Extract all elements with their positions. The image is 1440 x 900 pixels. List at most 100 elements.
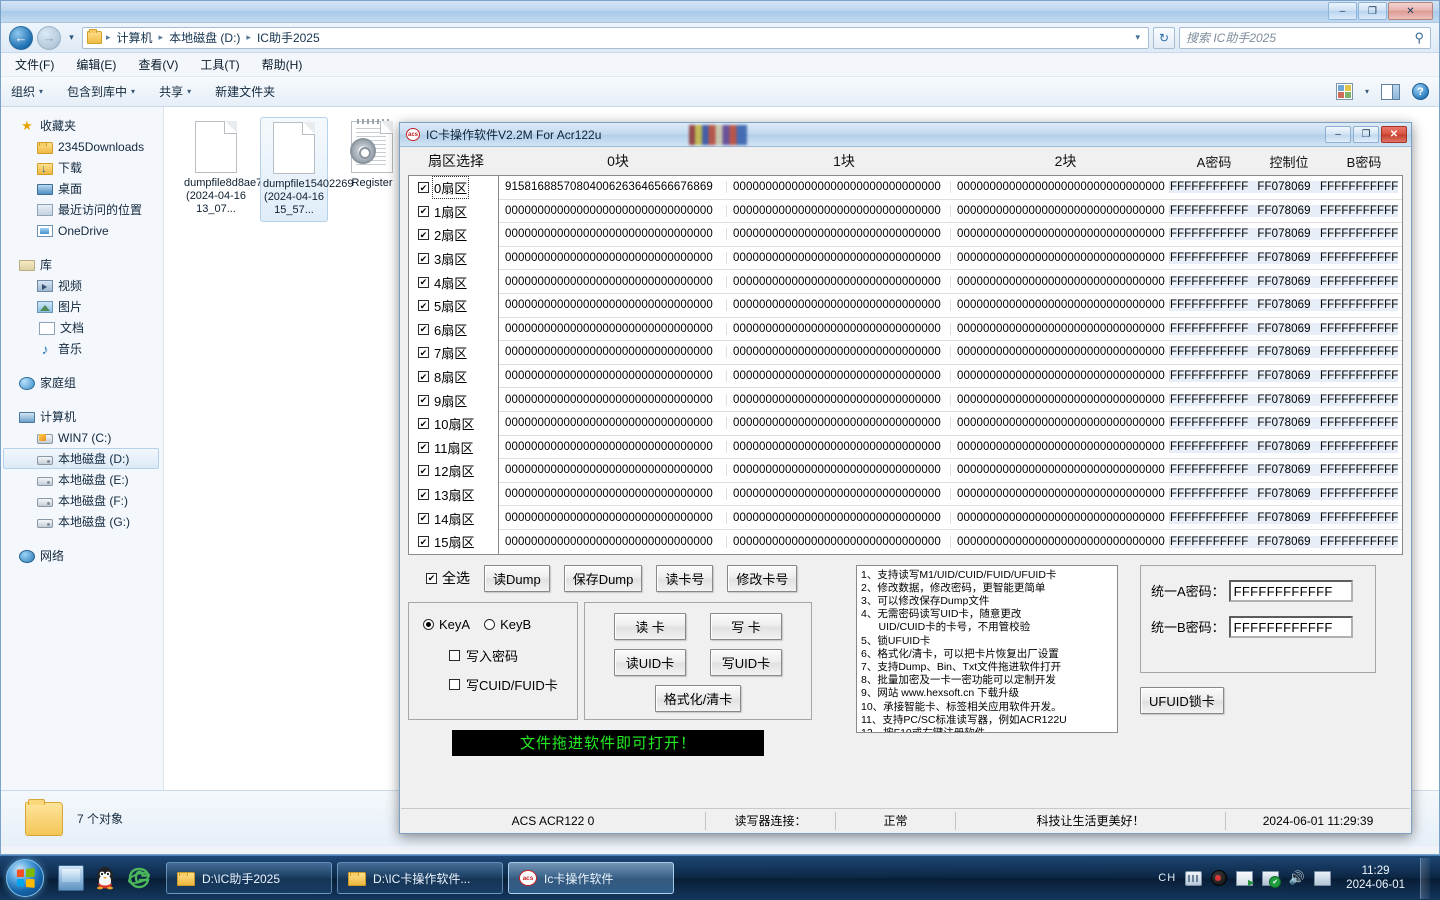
taskbar-task-button[interactable]: D:\IC卡操作软件...: [337, 862, 503, 894]
cell-block2[interactable]: 00000000000000000000000000000000: [951, 228, 1170, 241]
sector-checkbox-row[interactable]: 4扇区: [409, 270, 498, 294]
cell-block0[interactable]: 00000000000000000000000000000000: [499, 370, 727, 383]
write-cuid-fuid-checkbox[interactable]: 写CUID/FUID卡: [449, 675, 577, 694]
table-row[interactable]: 00000000000000000000000000000000 00000000…: [499, 483, 1402, 507]
cell-key-a[interactable]: FFFFFFFFFFFF: [1170, 322, 1248, 335]
cell-block0[interactable]: 91581688570804006263646566676869: [499, 181, 727, 194]
cell-block2[interactable]: 00000000000000000000000000000000: [951, 393, 1170, 406]
taskbar-task-button[interactable]: acs Ic卡操作软件: [508, 862, 674, 894]
sidebar-item-documents[interactable]: 文档: [1, 317, 163, 338]
cell-key-b[interactable]: FFFFFFFFFFFF: [1320, 393, 1398, 406]
search-input[interactable]: 搜索 IC助手2025 ⚲: [1179, 26, 1431, 49]
sidebar-item-2345downloads[interactable]: 2345Downloads: [1, 136, 163, 157]
ic-close-button[interactable]: ✕: [1381, 126, 1407, 143]
sidebar-item-downloads[interactable]: 下载: [1, 157, 163, 178]
cell-key-a[interactable]: FFFFFFFFFFFF: [1170, 181, 1248, 194]
history-dropdown-icon[interactable]: ▾: [65, 26, 78, 50]
file-item[interactable]: dumpfile8d8ae7dc (2024-04-16 13_07...: [182, 117, 274, 222]
cell-control-bits[interactable]: FF078069: [1248, 299, 1320, 312]
keyboard-icon[interactable]: [1185, 870, 1203, 886]
breadcrumb-current-folder[interactable]: IC助手2025: [255, 29, 322, 46]
table-row[interactable]: 00000000000000000000000000000000 00000000…: [499, 247, 1402, 271]
write-uid-card-button[interactable]: 写UID卡: [710, 648, 782, 676]
cell-key-a[interactable]: FFFFFFFFFFFF: [1170, 417, 1248, 430]
menu-tools[interactable]: 工具(T): [200, 56, 239, 73]
sector-checkbox-row[interactable]: 9扇区: [409, 388, 498, 412]
forward-button[interactable]: →: [37, 25, 61, 50]
sector-checkbox-row[interactable]: 0扇区: [409, 176, 498, 200]
sidebar-item-computer[interactable]: 计算机: [1, 406, 163, 427]
cell-control-bits[interactable]: FF078069: [1248, 393, 1320, 406]
cell-block2[interactable]: 00000000000000000000000000000000: [951, 181, 1170, 194]
cell-key-a[interactable]: FFFFFFFFFFFF: [1170, 228, 1248, 241]
sidebar-item-desktop[interactable]: 桌面: [1, 178, 163, 199]
table-row[interactable]: 00000000000000000000000000000000 00000000…: [499, 459, 1402, 483]
sidebar-item-drive-e[interactable]: 本地磁盘 (E:): [1, 469, 163, 490]
cell-block1[interactable]: 00000000000000000000000000000000: [727, 535, 951, 548]
cell-key-a[interactable]: FFFFFFFFFFFF: [1170, 275, 1248, 288]
cell-block1[interactable]: 00000000000000000000000000000000: [727, 417, 951, 430]
obs-recorder-icon[interactable]: [1211, 870, 1228, 886]
cell-block1[interactable]: 00000000000000000000000000000000: [727, 370, 951, 383]
download-manager-icon[interactable]: [1236, 870, 1254, 887]
cell-block2[interactable]: 00000000000000000000000000000000: [951, 299, 1170, 312]
cell-block2[interactable]: 00000000000000000000000000000000: [951, 535, 1170, 548]
cell-block2[interactable]: 00000000000000000000000000000000: [951, 440, 1170, 453]
sector-checkbox-row[interactable]: 7扇区: [409, 341, 498, 365]
cell-block2[interactable]: 00000000000000000000000000000000: [951, 511, 1170, 524]
new-folder-button[interactable]: 新建文件夹: [215, 83, 275, 100]
ie-browser-icon[interactable]: [126, 865, 152, 891]
preview-pane-icon[interactable]: [1381, 83, 1400, 100]
display-settings-icon[interactable]: [1314, 870, 1332, 886]
table-row[interactable]: 00000000000000000000000000000000 00000000…: [499, 294, 1402, 318]
cell-block1[interactable]: 00000000000000000000000000000000: [727, 393, 951, 406]
sidebar-item-libraries[interactable]: 库: [1, 254, 163, 275]
sector-checkbox-row[interactable]: 15扇区: [409, 530, 498, 554]
write-card-button[interactable]: 写 卡: [710, 612, 782, 640]
cell-key-b[interactable]: FFFFFFFFFFFF: [1320, 299, 1398, 312]
table-row[interactable]: 00000000000000000000000000000000 00000000…: [499, 388, 1402, 412]
write-password-checkbox[interactable]: 写入密码: [449, 646, 577, 665]
sidebar-item-homegroup[interactable]: 家庭组: [1, 372, 163, 393]
cell-block0[interactable]: 00000000000000000000000000000000: [499, 252, 727, 265]
table-row[interactable]: 91581688570804006263646566676869 00000000…: [499, 176, 1402, 200]
sector-checkbox-row[interactable]: 2扇区: [409, 223, 498, 247]
organize-button[interactable]: 组织 ▾: [11, 83, 43, 100]
cell-key-b[interactable]: FFFFFFFFFFFF: [1320, 440, 1398, 453]
sidebar-item-videos[interactable]: 视频: [1, 275, 163, 296]
cell-block0[interactable]: 00000000000000000000000000000000: [499, 417, 727, 430]
cell-block1[interactable]: 00000000000000000000000000000000: [727, 299, 951, 312]
ufuid-lock-button[interactable]: UFUID锁卡: [1140, 686, 1224, 714]
chevron-down-icon[interactable]: ▾: [1365, 87, 1369, 96]
cell-block2[interactable]: 00000000000000000000000000000000: [951, 464, 1170, 477]
maximize-button[interactable]: ❐: [1358, 2, 1387, 20]
cell-block0[interactable]: 00000000000000000000000000000000: [499, 275, 727, 288]
cell-control-bits[interactable]: FF078069: [1248, 535, 1320, 548]
cell-block1[interactable]: 00000000000000000000000000000000: [727, 488, 951, 501]
taskbar-clock[interactable]: 11:29 2024-06-01: [1340, 864, 1411, 892]
cell-key-b[interactable]: FFFFFFFFFFFF: [1320, 204, 1398, 217]
cell-block0[interactable]: 00000000000000000000000000000000: [499, 322, 727, 335]
cell-block1[interactable]: 00000000000000000000000000000000: [727, 252, 951, 265]
sidebar-item-music[interactable]: ♪ 音乐: [1, 338, 163, 359]
select-all-checkbox[interactable]: 全选: [426, 568, 470, 588]
cell-block0[interactable]: 00000000000000000000000000000000: [499, 228, 727, 241]
cell-block0[interactable]: 00000000000000000000000000000000: [499, 535, 727, 548]
table-row[interactable]: 00000000000000000000000000000000 00000000…: [499, 436, 1402, 460]
table-row[interactable]: 00000000000000000000000000000000 00000000…: [499, 341, 1402, 365]
read-uid-card-button[interactable]: 读UID卡: [614, 648, 686, 676]
cell-block1[interactable]: 00000000000000000000000000000000: [727, 275, 951, 288]
sector-checkbox-row[interactable]: 10扇区: [409, 412, 498, 436]
cell-key-b[interactable]: FFFFFFFFFFFF: [1320, 464, 1398, 477]
cell-key-b[interactable]: FFFFFFFFFFFF: [1320, 370, 1398, 383]
file-item[interactable]: dumpfile15402269 (2024-04-16 15_57...: [260, 117, 354, 222]
cell-control-bits[interactable]: FF078069: [1248, 370, 1320, 383]
help-icon[interactable]: ?: [1412, 83, 1429, 100]
view-mode-icon[interactable]: [1335, 83, 1353, 100]
cell-block1[interactable]: 00000000000000000000000000000000: [727, 181, 951, 194]
cell-key-a[interactable]: FFFFFFFFFFFF: [1170, 204, 1248, 217]
cell-block2[interactable]: 00000000000000000000000000000000: [951, 322, 1170, 335]
sector-checkbox-row[interactable]: 12扇区: [409, 459, 498, 483]
cell-control-bits[interactable]: FF078069: [1248, 275, 1320, 288]
cell-block0[interactable]: 00000000000000000000000000000000: [499, 488, 727, 501]
